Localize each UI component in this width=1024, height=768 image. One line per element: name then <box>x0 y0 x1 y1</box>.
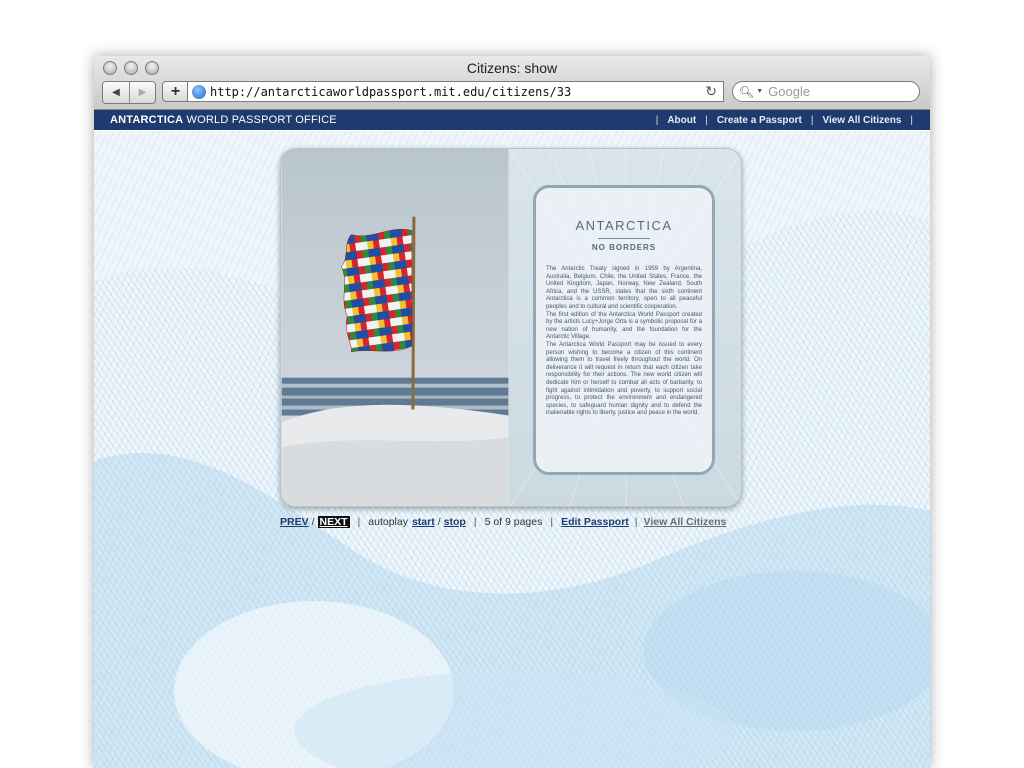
pager-separator: | <box>634 516 638 528</box>
start-stop-slash: / <box>437 516 441 528</box>
passport-subtitle: NO BORDERS <box>591 243 657 252</box>
history-buttons: ◀ ▶ <box>102 81 156 104</box>
back-button[interactable]: ◀ <box>103 82 129 103</box>
passport-title: ANTARCTICA <box>575 218 673 233</box>
passport-paragraph: The Antarctic Treaty signed in 1959 by A… <box>546 266 702 310</box>
passport-card: ANTARCTICA NO BORDERS The Antarctic Trea… <box>533 185 715 475</box>
reload-icon[interactable]: ↻ <box>705 83 717 100</box>
passport-viewer: ANTARCTICA NO BORDERS The Antarctic Trea… <box>280 148 742 507</box>
flag-photo <box>281 149 509 506</box>
title-divider <box>598 238 650 239</box>
window-title: Citizens: show <box>466 60 558 76</box>
forward-arrow-icon: ▶ <box>138 87 147 98</box>
page-content: ANTARCTICA NO BORDERS The Antarctic Trea… <box>94 131 930 768</box>
nav-view-all-citizens-link[interactable]: View All Citizens <box>822 115 901 126</box>
nav-separator: | <box>655 114 659 126</box>
address-bar[interactable]: http://antarcticaworldpassport.mit.edu/c… <box>187 81 724 102</box>
passport-text-page: ANTARCTICA NO BORDERS The Antarctic Trea… <box>509 149 741 506</box>
passport-paragraph: The Antarctica World Passport may be iss… <box>546 341 702 417</box>
nav-separator: | <box>910 114 913 126</box>
globe-icon <box>192 84 206 99</box>
browser-toolbar: Citizens: show ◀ ▶ + http://antarcticawo… <box>94 56 930 110</box>
brand-rest: WORLD PASSPORT OFFICE <box>183 114 337 126</box>
edit-passport-link[interactable]: Edit Passport <box>561 516 629 528</box>
passport-body: The Antarctic Treaty signed in 1959 by A… <box>546 266 702 418</box>
back-arrow-icon: ◀ <box>112 87 120 98</box>
prev-next-slash: / <box>311 516 315 528</box>
autoplay-stop-link[interactable]: stop <box>444 516 466 528</box>
autoplay-start-link[interactable]: start <box>412 516 435 528</box>
nav-separator: | <box>810 114 814 126</box>
forward-button[interactable]: ▶ <box>129 82 155 103</box>
brand-bold: ANTARCTICA <box>110 114 184 126</box>
next-link[interactable]: NEXT <box>317 516 350 528</box>
pager-controls: PREV / NEXT | autoplay start / stop | 5 … <box>280 516 726 528</box>
pager-separator: | <box>473 516 477 528</box>
plus-icon: + <box>170 82 181 100</box>
site-header: ANTARCTICA WORLD PASSPORT OFFICE | About… <box>94 110 930 130</box>
page-status: 5 of 9 pages <box>484 516 543 528</box>
passport-paragraph: The first edition of the Antarctica Worl… <box>546 311 702 341</box>
add-bookmark-button[interactable]: + <box>162 81 188 102</box>
url-text[interactable]: http://antarcticaworldpassport.mit.edu/c… <box>210 85 705 99</box>
pager-separator: | <box>357 516 361 528</box>
site-brand[interactable]: ANTARCTICA WORLD PASSPORT OFFICE <box>110 114 337 126</box>
view-all-citizens-link[interactable]: View All Citizens <box>644 516 727 528</box>
search-icon: 🔍︎ <box>739 84 755 99</box>
autoplay-label: autoplay <box>368 516 408 528</box>
pager-separator: | <box>550 516 554 528</box>
browser-window: Citizens: show ◀ ▶ + http://antarcticawo… <box>94 56 930 768</box>
site-nav: | About | Create a Passport | View All C… <box>647 110 922 130</box>
search-placeholder[interactable]: Google <box>768 84 810 99</box>
nav-about-link[interactable]: About <box>667 115 696 126</box>
search-field[interactable]: 🔍︎ ▼ Google <box>732 81 920 102</box>
nav-separator: | <box>705 114 708 126</box>
nav-create-passport-link[interactable]: Create a Passport <box>717 115 802 126</box>
chevron-down-icon: ▼ <box>756 88 764 95</box>
prev-link[interactable]: PREV <box>280 516 309 528</box>
